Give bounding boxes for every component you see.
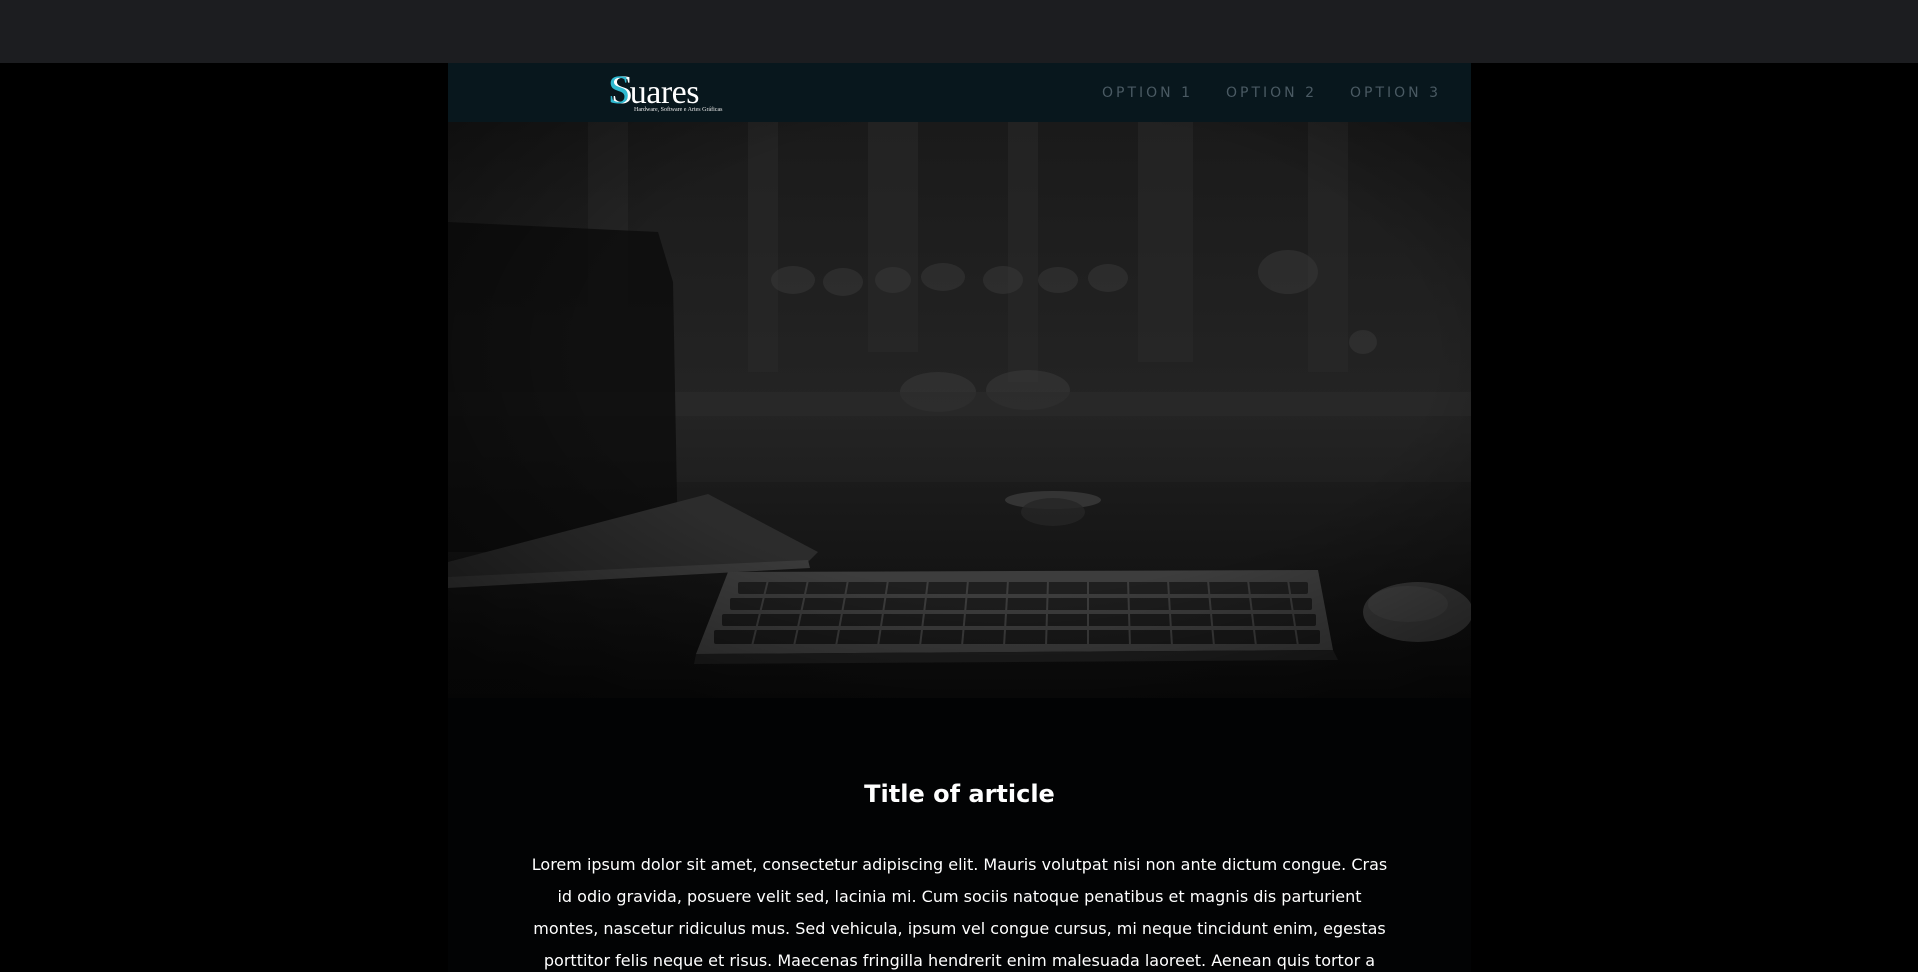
page-container: Suares Hardware, Software e Artes Gráfic… xyxy=(448,63,1471,972)
logo-rest: uares xyxy=(629,74,700,111)
site-header: Suares Hardware, Software e Artes Gráfic… xyxy=(448,63,1471,122)
site-logo[interactable]: Suares Hardware, Software e Artes Gráfic… xyxy=(608,70,728,115)
desk-keyboard-photo-icon xyxy=(448,122,1471,698)
nav-option-2[interactable]: OPTION 2 xyxy=(1226,85,1317,101)
logo-tagline: Hardware, Software e Artes Gráficas xyxy=(634,107,723,113)
article-body: Lorem ipsum dolor sit amet, consectetur … xyxy=(531,855,1388,970)
main-navigation: OPTION 1 OPTION 2 OPTION 3 xyxy=(1102,63,1441,122)
browser-top-bar xyxy=(0,0,1918,63)
nav-option-1[interactable]: OPTION 1 xyxy=(1102,85,1193,101)
article-title: Title of article xyxy=(864,780,1055,808)
article-section: Title of article Lorem ipsum dolor sit a… xyxy=(448,698,1471,972)
logo-wordmark: Suares xyxy=(608,70,700,112)
hero-image xyxy=(448,122,1471,698)
nav-option-3[interactable]: OPTION 3 xyxy=(1350,85,1441,101)
logo-initial: S xyxy=(608,67,630,112)
